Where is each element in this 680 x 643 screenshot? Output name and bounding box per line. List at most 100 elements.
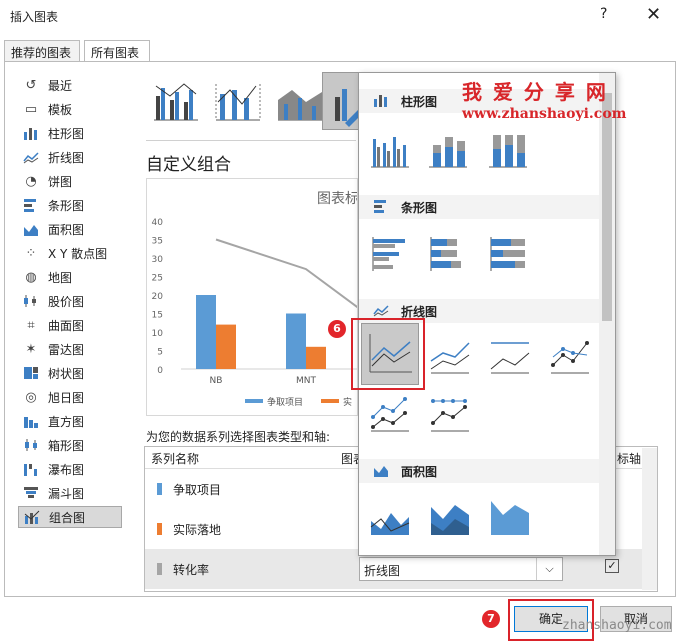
radar-chart-icon: ✶ bbox=[25, 341, 37, 357]
watermark-url: www.zhanshaoyi.com bbox=[462, 106, 627, 122]
stacked-area-icon bbox=[431, 505, 469, 535]
chart-preview: 图表标 0 5 10 15 20 25 30 35 40 NB MNT 争取项目 实 bbox=[146, 178, 358, 416]
stacked-column-option[interactable] bbox=[425, 129, 471, 171]
bar-chart-icon bbox=[374, 200, 386, 213]
combo-secondary-axis-thumb[interactable] bbox=[208, 72, 266, 130]
window-title: 插入图表 bbox=[10, 10, 59, 24]
percent-stacked-bar-option[interactable] bbox=[485, 233, 531, 275]
sidebar-item-funnel[interactable]: 漏斗图 bbox=[18, 482, 122, 504]
stacked-area-option[interactable] bbox=[427, 497, 473, 539]
chart-type-select[interactable]: 折线图 ⌵ bbox=[359, 557, 563, 581]
secondary-axis-checkbox[interactable]: ✓ bbox=[605, 559, 619, 573]
step-marker-7: 7 bbox=[482, 610, 500, 628]
sidebar-item-box[interactable]: 箱形图 bbox=[18, 434, 122, 456]
stacked-bar-option[interactable] bbox=[425, 233, 471, 275]
percent-stacked-area-option[interactable] bbox=[487, 497, 533, 539]
watermark-title: 我 爱 分 享 网 bbox=[462, 80, 608, 104]
percent-stacked-column-icon bbox=[489, 135, 527, 168]
series-name: 争取项目 bbox=[173, 483, 222, 497]
sidebar-item-sunburst[interactable]: ◎ 旭日图 bbox=[18, 386, 122, 408]
help-button[interactable]: ? bbox=[600, 6, 607, 22]
sidebar-item-combo[interactable]: 组合图 bbox=[18, 506, 122, 528]
series-color-swatch bbox=[157, 523, 162, 535]
header-secondary-axis: 标轴 bbox=[617, 452, 642, 466]
combo-area-column-thumb[interactable] bbox=[270, 72, 328, 130]
page-title: 自定义组合 bbox=[146, 155, 231, 175]
area-chart-icon bbox=[22, 221, 40, 237]
step-marker-6: 6 bbox=[328, 320, 346, 338]
chart-type-dropdown: 柱形图 条形图 折线图 面积图 bbox=[358, 72, 616, 556]
series-name: 实际落地 bbox=[173, 523, 222, 537]
y-tick-label: 20 bbox=[152, 292, 164, 302]
dropdown-scrollbar[interactable] bbox=[599, 73, 615, 555]
combo-secondary-axis-icon bbox=[215, 84, 261, 121]
chevron-down-icon[interactable]: ⌵ bbox=[536, 558, 562, 580]
stacked-line-markers-option[interactable] bbox=[367, 393, 413, 435]
tab-recommended[interactable]: 推荐的图表 bbox=[4, 40, 80, 62]
map-chart-icon: ◍ bbox=[25, 269, 37, 285]
sidebar-item-area[interactable]: 面积图 bbox=[18, 218, 122, 240]
percent-stacked-area-icon bbox=[491, 501, 529, 535]
y-tick-label: 25 bbox=[152, 274, 163, 284]
treemap-chart-icon bbox=[22, 365, 40, 381]
clustered-bar-option[interactable] bbox=[367, 233, 413, 275]
clustered-bar-icon bbox=[372, 237, 405, 271]
combo-chart-icon bbox=[23, 509, 41, 525]
y-tick-label: 0 bbox=[157, 366, 163, 376]
sidebar-item-histogram[interactable]: 直方图 bbox=[18, 410, 122, 432]
percent-line-markers-option[interactable] bbox=[427, 393, 473, 435]
scrollbar-thumb[interactable] bbox=[602, 93, 612, 321]
preview-chart-svg: 图表标 0 5 10 15 20 25 30 35 40 NB MNT 争取项目 实 bbox=[152, 191, 357, 408]
y-tick-label: 10 bbox=[152, 329, 164, 339]
line-markers-option[interactable] bbox=[547, 335, 593, 377]
line-chart-icon bbox=[373, 305, 389, 317]
stacked-line-icon bbox=[430, 342, 470, 374]
clustered-column-option[interactable] bbox=[367, 129, 413, 171]
series-color-swatch bbox=[157, 563, 162, 575]
y-tick-label: 15 bbox=[152, 311, 163, 321]
y-tick-label: 5 bbox=[157, 348, 163, 358]
watermark-bottom: zhanshaoyi.com bbox=[562, 618, 672, 633]
box-chart-icon bbox=[22, 437, 40, 453]
tab-all-charts[interactable]: 所有图表 bbox=[84, 40, 150, 63]
combo-area-column-icon bbox=[278, 90, 322, 121]
scatter-chart-icon: ⁘ bbox=[25, 245, 37, 261]
sidebar-item-recent[interactable]: ↺ 最近 bbox=[18, 74, 122, 96]
stacked-line-markers-icon bbox=[371, 397, 409, 432]
legend-swatch bbox=[245, 399, 263, 403]
sidebar-item-waterfall[interactable]: 瀑布图 bbox=[18, 458, 122, 480]
section-area: 面积图 bbox=[359, 459, 599, 483]
bar-MNT-0 bbox=[286, 313, 306, 369]
sidebar-item-bar[interactable]: 条形图 bbox=[18, 194, 122, 216]
sidebar-item-column[interactable]: 柱形图 bbox=[18, 122, 122, 144]
bar-chart-icon bbox=[22, 197, 40, 213]
bar-NB-1 bbox=[216, 324, 236, 369]
sidebar-item-map[interactable]: ◍ 地图 bbox=[18, 266, 122, 288]
combo-clustered-line-icon bbox=[154, 83, 198, 121]
table-scrollbar[interactable] bbox=[642, 448, 657, 590]
stacked-line-option[interactable] bbox=[427, 335, 473, 377]
combo-clustered-line-thumb[interactable] bbox=[146, 72, 204, 130]
sidebar-item-stock[interactable]: 股价图 bbox=[18, 290, 122, 312]
series-name: 转化率 bbox=[173, 563, 210, 577]
area-chart-icon bbox=[374, 466, 388, 477]
sidebar-item-surface[interactable]: ⌗ 曲面图 bbox=[18, 314, 122, 336]
percent-stacked-column-option[interactable] bbox=[485, 129, 531, 171]
percent-stacked-line-option[interactable] bbox=[487, 335, 533, 377]
legend-label: 实 bbox=[343, 396, 352, 408]
percent-line-markers-icon bbox=[431, 399, 469, 432]
sidebar-item-template[interactable]: ▭ 模板 bbox=[18, 98, 122, 120]
line-markers-icon bbox=[551, 341, 589, 374]
stacked-column-icon bbox=[429, 137, 467, 168]
area-option[interactable] bbox=[367, 497, 413, 539]
close-button[interactable]: ✕ bbox=[646, 4, 661, 25]
sidebar-item-scatter[interactable]: ⁘ X Y 散点图 bbox=[18, 242, 122, 264]
bar-NB-0 bbox=[196, 295, 216, 369]
sidebar-item-treemap[interactable]: 树状图 bbox=[18, 362, 122, 384]
waterfall-chart-icon bbox=[22, 461, 40, 477]
column-chart-icon bbox=[374, 95, 387, 107]
chart-type-value: 折线图 bbox=[364, 564, 401, 578]
sidebar-item-pie[interactable]: ◔ 饼图 bbox=[18, 170, 122, 192]
sidebar-item-line[interactable]: 折线图 bbox=[18, 146, 122, 168]
sidebar-item-radar[interactable]: ✶ 雷达图 bbox=[18, 338, 122, 360]
